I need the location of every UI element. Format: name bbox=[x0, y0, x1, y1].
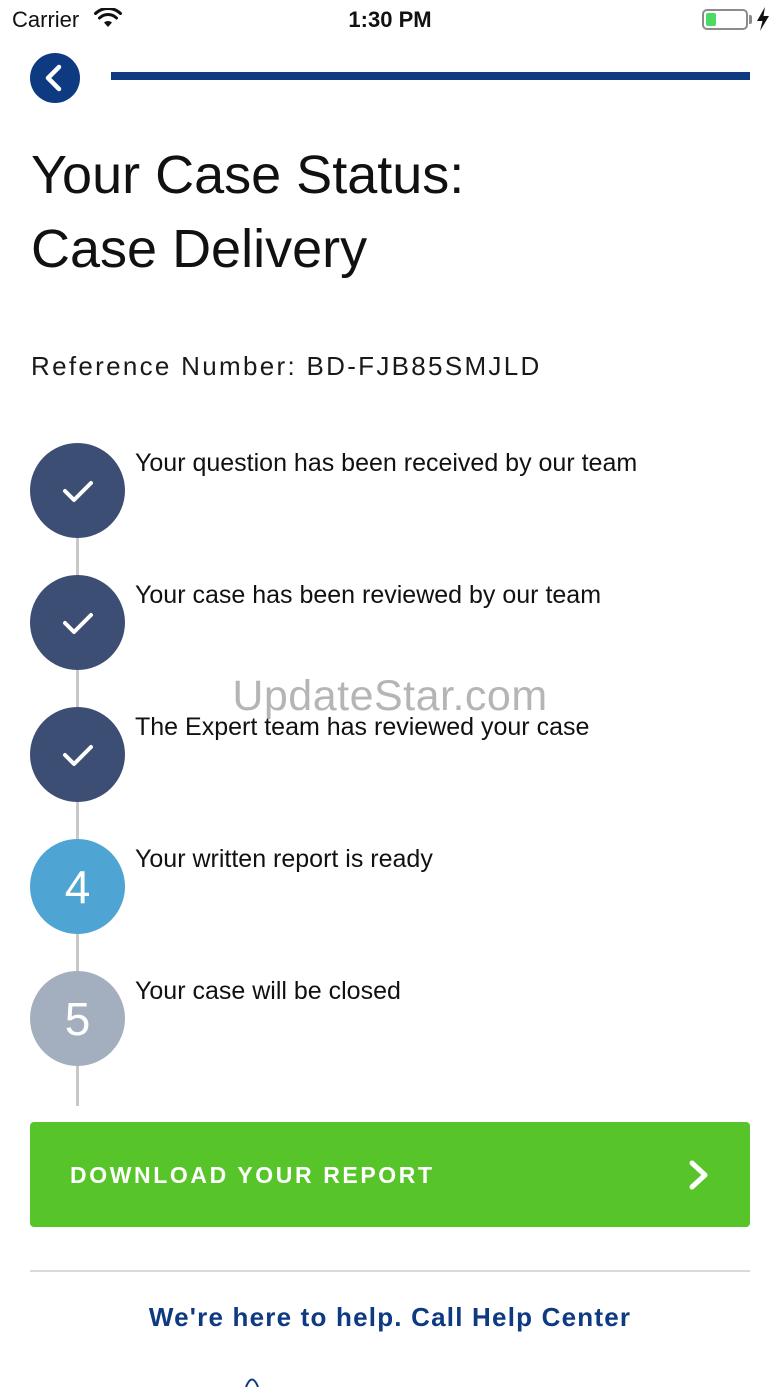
battery-level bbox=[706, 13, 716, 26]
chevron-left-icon bbox=[45, 64, 62, 92]
step-label: Your question has been received by our t… bbox=[135, 449, 638, 477]
check-icon bbox=[62, 744, 93, 766]
partial-icon bbox=[245, 1378, 259, 1387]
battery-nub bbox=[749, 15, 752, 24]
step-label: Your written report is ready bbox=[135, 845, 433, 873]
status-time: 1:30 PM bbox=[348, 7, 432, 32]
progress-bar bbox=[111, 72, 750, 80]
call-help-center-link[interactable]: We're here to help. Call Help Center bbox=[0, 1302, 780, 1333]
step-marker bbox=[30, 443, 125, 538]
page-title: Your Case Status: Case Delivery bbox=[31, 138, 751, 286]
step-number: 4 bbox=[64, 860, 91, 913]
battery-charging-icon bbox=[702, 9, 748, 30]
step-label: Your case has been reviewed by our team bbox=[135, 581, 602, 609]
charging-bolt-icon bbox=[757, 7, 769, 31]
step-marker bbox=[30, 707, 125, 802]
step-marker bbox=[30, 575, 125, 670]
page-title-line1: Your Case Status: bbox=[31, 145, 465, 205]
status-step: The Expert team has reviewed your case bbox=[30, 707, 750, 803]
download-report-button[interactable]: DOWNLOAD YOUR REPORT bbox=[30, 1122, 750, 1227]
status-step: Your case has been reviewed by our team bbox=[30, 575, 750, 671]
progress-bar-fill bbox=[111, 72, 750, 80]
step-label: Your case will be closed bbox=[135, 977, 401, 1005]
chevron-right-icon bbox=[689, 1160, 708, 1190]
reference-number: Reference Number: BD-FJB85SMJLD bbox=[31, 351, 542, 381]
step-number: 5 bbox=[64, 992, 91, 1045]
step-label: The Expert team has reviewed your case bbox=[135, 713, 590, 741]
step-marker: 5 bbox=[30, 971, 125, 1066]
step-marker: 4 bbox=[30, 839, 125, 934]
page-title-line2: Case Delivery bbox=[31, 219, 368, 279]
check-icon bbox=[62, 612, 93, 634]
back-button[interactable] bbox=[30, 53, 80, 103]
status-step: Your question has been received by our t… bbox=[30, 443, 750, 539]
status-step: 5 Your case will be closed bbox=[30, 971, 750, 1067]
check-icon bbox=[62, 480, 93, 502]
download-report-label: DOWNLOAD YOUR REPORT bbox=[70, 1162, 435, 1188]
divider bbox=[30, 1270, 750, 1272]
status-step: 4 Your written report is ready bbox=[30, 839, 750, 935]
status-bar: Carrier 1:30 PM bbox=[0, 0, 780, 40]
